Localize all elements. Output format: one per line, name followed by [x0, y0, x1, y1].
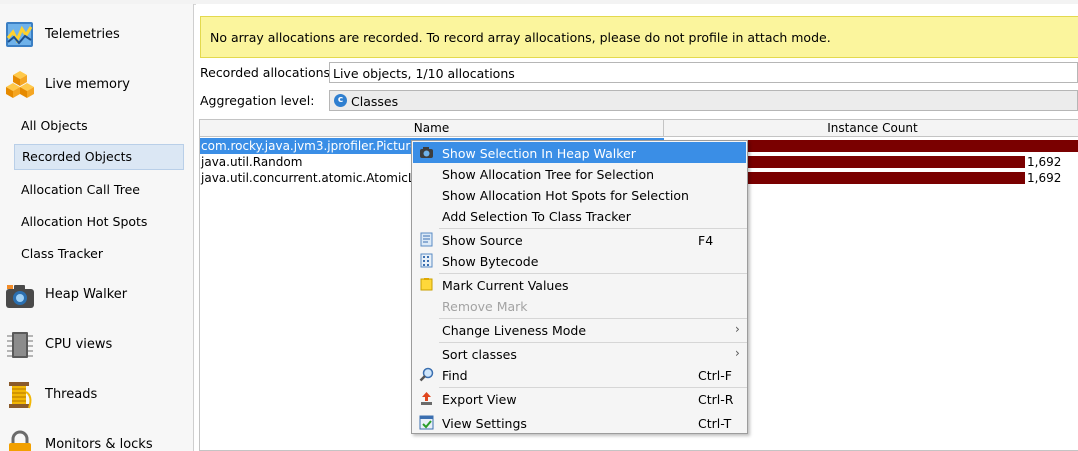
recorded-allocations-field[interactable]: Live objects, 1/10 allocations: [329, 62, 1078, 83]
info-banner: No array allocations are recorded. To re…: [200, 16, 1078, 58]
telemetries-icon: [5, 20, 35, 50]
menu-item-label: View Settings: [442, 416, 527, 431]
menu-item-show-selection-in-heap-walker[interactable]: Show Selection In Heap Walker: [413, 142, 746, 163]
menu-item-mark-current-values[interactable]: Mark Current Values: [413, 274, 746, 295]
sidebar-section-threads[interactable]: Threads: [0, 374, 193, 416]
recorded-allocations-label: Recorded allocations:: [200, 65, 335, 80]
magnifier-icon: [419, 367, 434, 382]
menu-item-label: Show Allocation Tree for Selection: [442, 167, 655, 182]
banner-text: No array allocations are recorded. To re…: [210, 30, 831, 45]
sidebar-section-telemetries[interactable]: Telemetries: [0, 14, 193, 56]
sidebar-section-monitors-locks[interactable]: Monitors & locks: [0, 424, 193, 451]
menu-item-shortcut: Ctrl-R: [698, 392, 734, 407]
source-file-icon: [419, 232, 434, 247]
menu-item-label: Sort classes: [442, 347, 517, 362]
lock-icon: [5, 430, 35, 451]
menu-item-show-allocation-tree[interactable]: Show Allocation Tree for Selection: [413, 163, 746, 184]
column-header-name[interactable]: Name: [200, 120, 664, 137]
menu-item-export-view[interactable]: Export View Ctrl-R: [413, 388, 746, 409]
aggregation-level-value: Classes: [351, 94, 399, 109]
menu-item-change-liveness-mode[interactable]: Change Liveness Mode ›: [413, 319, 746, 340]
menu-item-label: Change Liveness Mode: [442, 323, 587, 338]
menu-item-label: Add Selection To Class Tracker: [442, 209, 631, 224]
menu-item-label: Mark Current Values: [442, 278, 569, 293]
menu-item-find[interactable]: Find Ctrl-F: [413, 364, 746, 385]
submenu-arrow-icon: ›: [735, 346, 740, 360]
export-icon: [419, 391, 434, 406]
class-c-icon: c: [334, 94, 347, 107]
sidebar-section-live-memory[interactable]: Live memory: [0, 64, 193, 106]
menu-item-remove-mark: Remove Mark: [413, 295, 746, 316]
menu-item-shortcut: F4: [698, 233, 714, 248]
menu-item-show-allocation-hot-spots[interactable]: Show Allocation Hot Spots for Selection: [413, 184, 746, 205]
context-menu: Show Selection In Heap Walker Show Alloc…: [411, 140, 748, 434]
submenu-arrow-icon: ›: [735, 322, 740, 336]
sidebar-item-all-objects[interactable]: All Objects: [14, 113, 184, 139]
menu-item-show-bytecode[interactable]: Show Bytecode: [413, 250, 746, 271]
menu-item-label: Show Allocation Hot Spots for Selection: [442, 188, 689, 203]
sidebar-section-label: CPU views: [45, 337, 113, 352]
sidebar-section-label: Telemetries: [45, 27, 120, 42]
sidebar-item-class-tracker[interactable]: Class Tracker: [14, 241, 184, 267]
bytecode-icon: [419, 253, 434, 268]
menu-item-label: Show Source: [442, 233, 523, 248]
sidebar-item-recorded-objects[interactable]: Recorded Objects: [14, 144, 184, 170]
sidebar-item-allocation-call-tree[interactable]: Allocation Call Tree: [14, 177, 184, 203]
menu-item-label: Show Selection In Heap Walker: [442, 146, 636, 161]
recorded-allocations-value: Live objects, 1/10 allocations: [333, 66, 515, 81]
sidebar-section-cpu-views[interactable]: CPU views: [0, 324, 193, 366]
aggregation-level-label: Aggregation level:: [200, 93, 315, 108]
sidebar-section-label: Threads: [45, 387, 98, 402]
sidebar-item-allocation-hot-spots[interactable]: Allocation Hot Spots: [14, 209, 184, 235]
sidebar-section-label: Monitors & locks: [45, 437, 153, 451]
menu-item-label: Find: [442, 368, 468, 383]
menu-item-sort-classes[interactable]: Sort classes ›: [413, 343, 746, 364]
live-memory-icon: [5, 70, 35, 100]
aggregation-level-select[interactable]: c Classes: [329, 90, 1078, 111]
sidebar-section-label: Live memory: [45, 77, 130, 92]
menu-item-label: Remove Mark: [442, 299, 528, 314]
row-instance-count: 1,692: [1027, 171, 1062, 185]
menu-item-label: Show Bytecode: [442, 254, 539, 269]
menu-item-shortcut: Ctrl-T: [698, 416, 732, 431]
menu-item-view-settings[interactable]: View Settings Ctrl-T: [413, 412, 746, 433]
camera-icon: [5, 280, 35, 310]
menu-item-add-to-class-tracker[interactable]: Add Selection To Class Tracker: [413, 205, 746, 226]
sidebar-section-heap-walker[interactable]: Heap Walker: [0, 274, 193, 316]
row-instance-count: 1,692: [1027, 155, 1062, 169]
cpu-chip-icon: [5, 330, 35, 360]
menu-item-label: Export View: [442, 392, 517, 407]
settings-window-icon: [419, 415, 434, 430]
view-selector-sidebar: Telemetries Live memory All Objects Reco…: [0, 4, 194, 451]
note-icon: [419, 277, 434, 292]
threads-icon: [5, 380, 35, 410]
menu-item-shortcut: Ctrl-F: [698, 368, 732, 383]
column-header-instance-count[interactable]: Instance Count: [664, 120, 1078, 137]
menu-item-show-source[interactable]: Show Source F4: [413, 229, 746, 250]
camera-icon: [419, 145, 434, 160]
sidebar-section-label: Heap Walker: [45, 287, 128, 302]
